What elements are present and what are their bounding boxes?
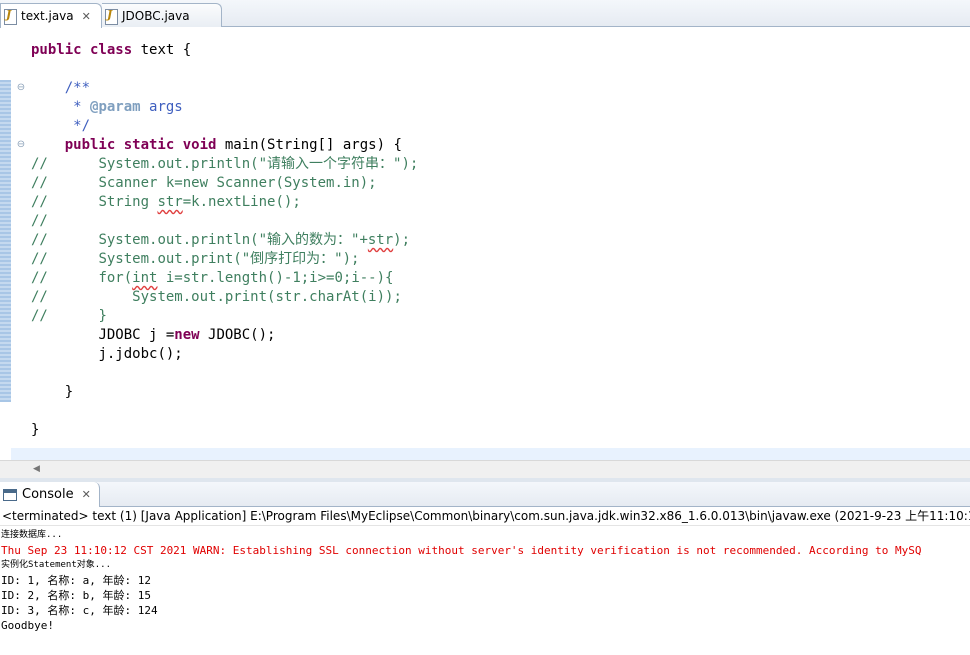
- code-line: * @param args: [31, 99, 183, 115]
- code-line: // System.out.print("倒序打印为：");: [31, 251, 360, 267]
- code-line: /**: [64, 80, 91, 96]
- code-line: // String str=k.nextLine();: [31, 194, 301, 210]
- code-line: }: [64, 384, 74, 400]
- editor-tab-bar: text.java ✕ JDOBC.java: [0, 0, 970, 28]
- fold-collapse-icon[interactable]: ⊖: [16, 83, 26, 93]
- code-line: */: [73, 118, 91, 134]
- tab-label: text.java: [21, 9, 74, 23]
- console-line: 连接数据库...: [1, 530, 63, 540]
- tab-label: JDOBC.java: [122, 8, 190, 23]
- close-icon[interactable]: ✕: [82, 10, 91, 23]
- tab-console[interactable]: Console ✕: [0, 482, 100, 507]
- code-line: // for(int i=str.length()-1;i>=0;i--){: [31, 270, 394, 286]
- console-tab-bar: Console ✕: [0, 482, 970, 507]
- close-icon[interactable]: ✕: [82, 488, 91, 501]
- horizontal-scrollbar[interactable]: ◀: [0, 460, 970, 478]
- java-file-icon: [3, 8, 17, 25]
- code-line: // System.out.println("输入的数为："+str);: [31, 232, 411, 248]
- code-line: public static void main(String[] args) {: [64, 137, 402, 153]
- console-tab-label: Console: [22, 487, 74, 502]
- console-line: 实例化Statement对象...: [1, 560, 112, 570]
- console-line: ID: 1, 名称: a, 年龄: 12: [1, 574, 151, 587]
- code-line: }: [31, 422, 40, 438]
- tab-text-java[interactable]: text.java ✕: [0, 3, 102, 28]
- console-icon: [3, 488, 17, 501]
- console-line: ID: 3, 名称: c, 年龄: 124: [1, 604, 158, 617]
- code-line: //: [31, 213, 48, 229]
- console-line: ID: 2, 名称: b, 年龄: 15: [1, 589, 151, 602]
- code-line: public class text {: [31, 42, 192, 58]
- code-line: // System.out.println("请输入一个字符串：");: [31, 156, 419, 172]
- scope-indicator: [0, 80, 11, 402]
- console-line: Goodbye!: [1, 619, 54, 632]
- code-line: j.jdobc();: [98, 346, 183, 362]
- console-output[interactable]: 连接数据库... Thu Sep 23 11:10:12 CST 2021 WAR…: [0, 528, 970, 655]
- code-line: // System.out.print(str.charAt(i));: [31, 289, 402, 305]
- code-line: // Scanner k=new Scanner(System.in);: [31, 175, 377, 191]
- code-text[interactable]: public class text { /** * @param args */…: [31, 28, 970, 460]
- tab-jdobc-java[interactable]: JDOBC.java: [102, 3, 222, 27]
- console-line: Thu Sep 23 11:10:12 CST 2021 WARN: Estab…: [1, 544, 922, 557]
- scroll-left-icon[interactable]: ◀: [33, 464, 40, 474]
- code-line: JDOBC j =new JDOBC();: [98, 327, 276, 343]
- console-status: <terminated> text (1) [Java Application]…: [0, 507, 970, 526]
- fold-collapse-icon[interactable]: ⊖: [16, 140, 26, 150]
- code-editor[interactable]: ⊖ ⊖ public class text { /** * @param arg…: [0, 28, 970, 460]
- java-file-icon: [104, 8, 118, 25]
- code-line: // }: [31, 308, 107, 324]
